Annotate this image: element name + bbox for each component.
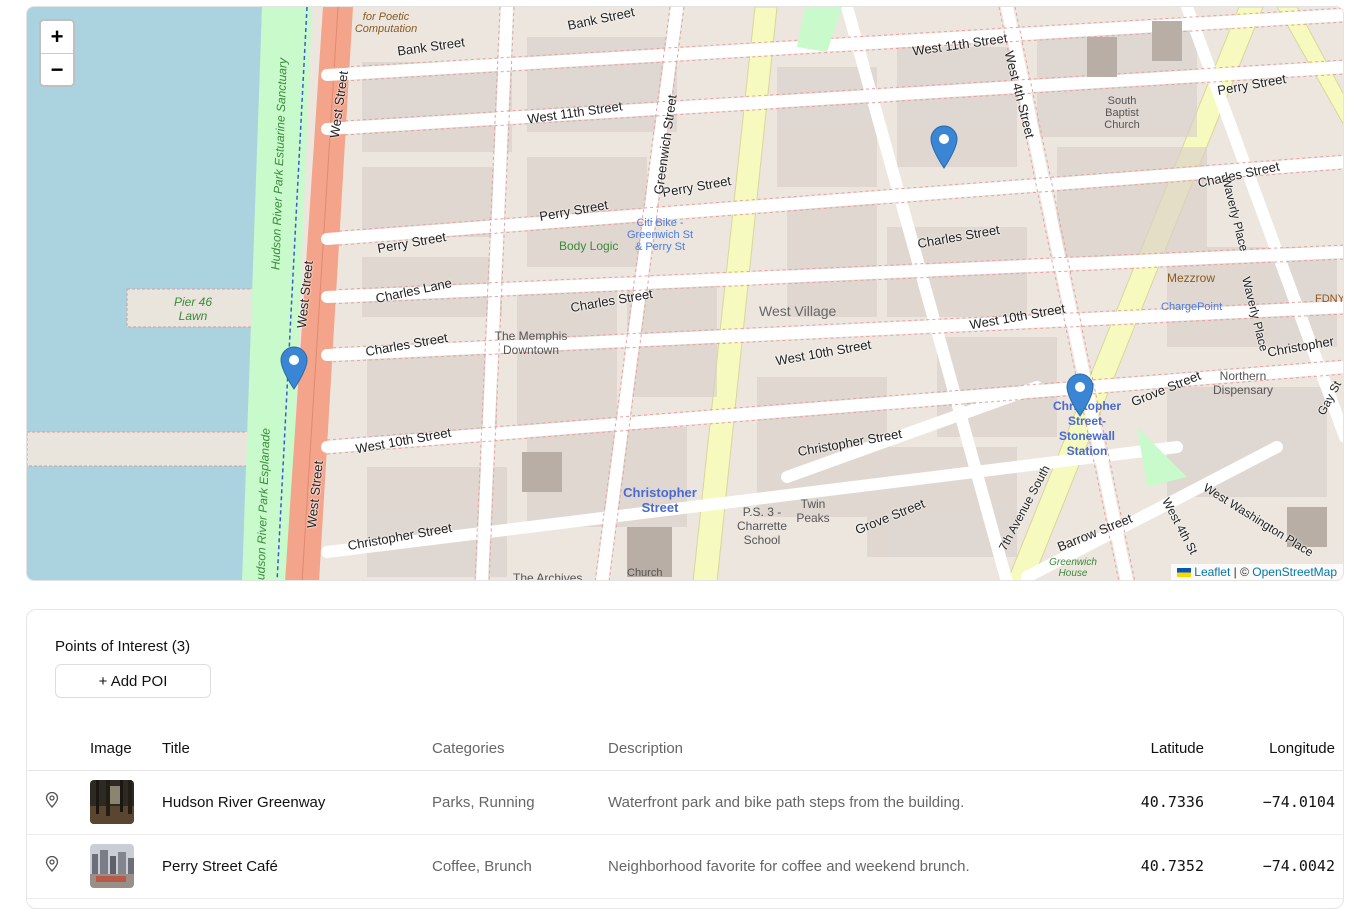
map-attribution: Leaflet | © OpenStreetMap [1171, 564, 1343, 580]
marker-perry-street-cafe[interactable] [930, 125, 958, 169]
row-description: Neighborhood favorite for coffee and wee… [608, 834, 1048, 899]
map-basemap[interactable] [27, 7, 1344, 581]
header-latitude: Latitude [1048, 728, 1204, 771]
leaflet-link[interactable]: Leaflet [1194, 565, 1230, 579]
openstreetmap-link[interactable]: OpenStreetMap [1252, 565, 1337, 579]
row-description: Waterfront park and bike path steps from… [608, 770, 1048, 835]
zoom-out-button[interactable]: − [41, 53, 73, 85]
thumbnail-city-street [90, 844, 134, 888]
row-categories: Coffee, Brunch [432, 834, 608, 899]
row-latitude: 40.7336 [1048, 770, 1204, 835]
row-image-cell [90, 770, 162, 835]
add-poi-button[interactable]: + Add POI [55, 664, 211, 698]
row-locate-cell [27, 770, 90, 835]
row-categories: Parks, Running [432, 770, 608, 835]
poi-table: Image Title Categories Description Latit… [27, 728, 1343, 899]
header-title: Title [162, 728, 432, 771]
poi-panel: Points of Interest (3) + Add POI Image T… [26, 609, 1344, 909]
zoom-in-button[interactable]: + [41, 21, 73, 53]
row-longitude: −74.0042 [1204, 834, 1343, 899]
table-row[interactable]: Perry Street Café Coffee, Brunch Neighbo… [27, 834, 1343, 899]
header-pin [27, 728, 90, 771]
row-locate-cell [27, 834, 90, 899]
table-row[interactable]: Hudson River Greenway Parks, Running Wat… [27, 770, 1343, 835]
map-pin-icon[interactable] [45, 791, 59, 808]
row-title: Perry Street Café [162, 834, 432, 899]
map[interactable]: Bank Street Bank Street West 11th Street… [26, 6, 1344, 581]
table-header-row: Image Title Categories Description Latit… [27, 728, 1343, 771]
row-latitude: 40.7352 [1048, 834, 1204, 899]
zoom-control: + − [39, 19, 75, 87]
panel-title: Points of Interest (3) [55, 638, 191, 655]
header-categories: Categories [432, 728, 608, 771]
header-longitude: Longitude [1204, 728, 1343, 771]
marker-christopher-station[interactable] [1066, 373, 1094, 417]
ukraine-flag-icon [1177, 568, 1192, 578]
attribution-separator: | © [1230, 565, 1253, 579]
row-title: Hudson River Greenway [162, 770, 432, 835]
map-pin-icon[interactable] [45, 855, 59, 872]
row-longitude: −74.0104 [1204, 770, 1343, 835]
row-image-cell [90, 834, 162, 899]
marker-hudson-river-greenway[interactable] [280, 346, 308, 390]
header-description: Description [608, 728, 1048, 771]
header-image: Image [90, 728, 162, 771]
thumbnail-forest-path [90, 780, 134, 824]
